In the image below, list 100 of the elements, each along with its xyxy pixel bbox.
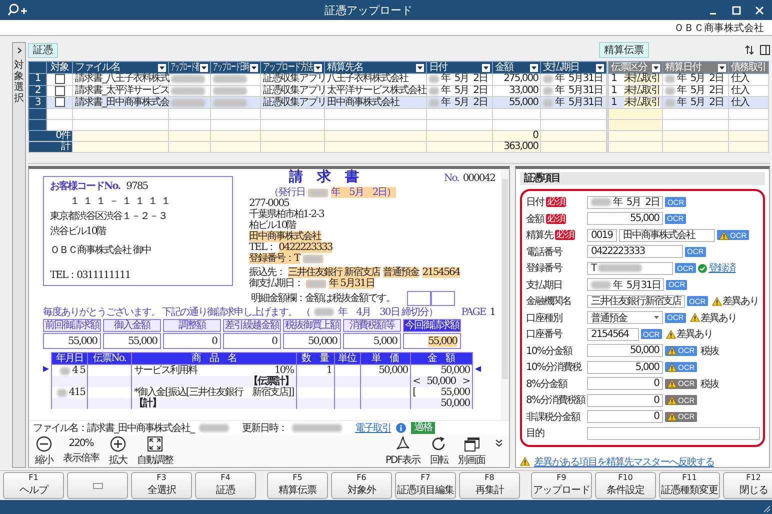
function-key-button[interactable]: F11 証憑種類変更 (659, 472, 720, 499)
amount-field[interactable]: 55,000 (587, 212, 663, 226)
reflect-link[interactable]: 差異がある項目を精算先マスターへ反映する (534, 454, 714, 469)
invoice-text: No. (444, 173, 459, 184)
zoom-in-icon (110, 436, 126, 452)
scrollbar[interactable] (501, 169, 509, 420)
filter-dropdown-icon[interactable] (416, 64, 424, 72)
amount-field[interactable]: 0 (587, 410, 663, 424)
zoom-out-button[interactable]: 縮小 (35, 436, 53, 466)
table-cell: 八王子衣料株式会社 (327, 74, 408, 84)
registered-link[interactable]: 登録済 (708, 261, 736, 276)
filter-dropdown-icon[interactable] (314, 64, 322, 72)
date-field[interactable]: 年 5月31日 (587, 278, 664, 292)
invoice-text: PAGE (461, 306, 486, 318)
invoice-text: 年 5月 2日） (331, 187, 396, 198)
stamp-box (431, 291, 455, 306)
amount-field[interactable]: 0 (587, 394, 663, 407)
field-label: 10%分消費税 (526, 360, 582, 374)
file-name-text: ファイル名：請求書_田中商事株式会社_ (33, 422, 194, 435)
function-key-button[interactable]: F12 閉じる (723, 472, 772, 499)
resize-grip-icon[interactable] (763, 505, 771, 513)
checkbox[interactable] (54, 97, 64, 108)
warning-icon (667, 346, 677, 356)
function-key-button[interactable]: F3 全選択 (131, 472, 192, 499)
auto-fit-button[interactable]: 自動調整 (137, 436, 173, 466)
rotate-icon (431, 436, 447, 452)
table-cell: 年 5月31日 (555, 86, 602, 96)
e-transaction-link[interactable]: 電子取引 (355, 421, 391, 435)
function-key-button[interactable]: F10 条件設定 (595, 472, 656, 499)
check-circle-icon (698, 264, 707, 273)
field-label: 10%分金額 (526, 344, 572, 358)
invoice-text: １１１－１１１１ (69, 196, 175, 208)
column-header: 伝票区分 (611, 62, 647, 72)
text-field[interactable]: T (587, 262, 673, 275)
zoom-in-button[interactable]: 拡大 (109, 436, 127, 466)
note-text: 差異あり (676, 328, 713, 342)
filter-dropdown-icon[interactable] (200, 64, 208, 72)
text-field[interactable]: 0422223333 (587, 245, 683, 258)
filter-dropdown-icon[interactable] (482, 64, 490, 72)
table-cell: 仕入 (731, 74, 749, 84)
summary-label: 0件 (28, 130, 72, 142)
cell-text: 55,000 (440, 387, 470, 398)
field-label: 目的 (526, 427, 544, 440)
column-header: アップロード方法 (263, 62, 313, 72)
invoice-text: 千葉県柏市柏1-2-3 (249, 209, 324, 220)
table-row[interactable]: 1 請求書_八王子衣料株式 証憑収集アプリ 八王子衣料株式会社 年 5月 2日 275,000 年 5月31日 1 未払取引 年 5月 2日 仕入 (28, 74, 768, 86)
function-key-button[interactable]: F5 精算伝票 (267, 472, 328, 499)
cell-text: > (462, 376, 470, 388)
table-cell: 年 5月 2日 (677, 86, 724, 96)
invoice-text: 9785 (126, 181, 148, 192)
summary-value: 0 (272, 336, 277, 347)
field-label: 金融機関名 (526, 294, 571, 308)
cell-text: 【伝票計】 (248, 376, 294, 388)
close-icon[interactable] (755, 6, 764, 14)
updated-text: 更新日時： (242, 422, 287, 435)
function-key-button[interactable]: F1 ヘルプ (3, 472, 64, 499)
table-cell: 仕入 (731, 98, 749, 108)
filter-dropdown-icon[interactable] (158, 64, 166, 72)
amount-field[interactable]: 5,000 (587, 360, 663, 374)
text-field[interactable]: 三井住友銀行新宿支店 (587, 294, 685, 308)
new-window-button[interactable]: 別画面 (458, 436, 485, 466)
filter-dropdown-icon[interactable] (250, 64, 258, 72)
checkbox[interactable] (54, 74, 64, 84)
function-key-button[interactable]: F7 証憑項目編集 (395, 472, 456, 499)
summary-value: 50,000 (308, 336, 337, 347)
function-key-button[interactable]: F6 対象外 (331, 472, 392, 499)
amount-field[interactable]: 50,000 (587, 344, 663, 358)
side-tab[interactable]: 対象選択 (12, 42, 26, 468)
date-field[interactable]: 年 5月 2日 (587, 196, 664, 209)
summary-header: 調整額 (163, 319, 221, 332)
name-field[interactable]: 田中商事株式会社 (619, 228, 715, 242)
panel-icon[interactable] (760, 45, 770, 55)
amount-field[interactable]: 0 (587, 377, 663, 390)
invoice-text: 三井住友銀行 新宿支店 (288, 267, 380, 278)
rotate-button[interactable]: 回転 (430, 436, 448, 466)
function-key-button[interactable]: F8 再集計 (459, 472, 520, 499)
filter-dropdown-icon[interactable] (718, 64, 726, 72)
checkbox[interactable] (54, 86, 64, 96)
settlement-slip-button[interactable]: 精算伝票 (599, 42, 649, 58)
table-cell: 275,000 (504, 74, 538, 84)
text-field[interactable]: 2154564 (587, 328, 639, 341)
note-text: 差異あり (722, 295, 759, 308)
pdf-view-button[interactable]: PDF表示 (386, 436, 420, 466)
text-field[interactable] (587, 426, 760, 440)
filter-dropdown-icon[interactable] (530, 64, 538, 72)
expand-icon (147, 436, 163, 452)
summary-label: 計 (28, 142, 72, 153)
filter-dropdown-icon[interactable] (596, 64, 604, 72)
column-header: 日付 (429, 62, 447, 72)
sort-icon[interactable] (745, 45, 754, 55)
double-chevron-icon[interactable] (495, 439, 503, 447)
function-key-button[interactable]: F4 証憑 (195, 472, 256, 499)
search-plus-icon[interactable] (8, 3, 28, 17)
table-cell: 年 5月 2日 (441, 98, 488, 108)
dropdown[interactable]: 普通預金 (587, 311, 663, 324)
maximize-icon[interactable] (732, 6, 741, 14)
function-key-button[interactable]: F9 アップロード (531, 472, 592, 499)
code-field[interactable]: 0019 (587, 228, 617, 242)
table-row[interactable]: 3 請求書_田中商事株式会 証憑収集アプリ 田中商事株式会社 年 5月 2日 55,000 年 5月31日 1 未払取引 年 5月 2日 仕入 (28, 96, 768, 109)
filter-dropdown-icon[interactable] (652, 64, 660, 72)
